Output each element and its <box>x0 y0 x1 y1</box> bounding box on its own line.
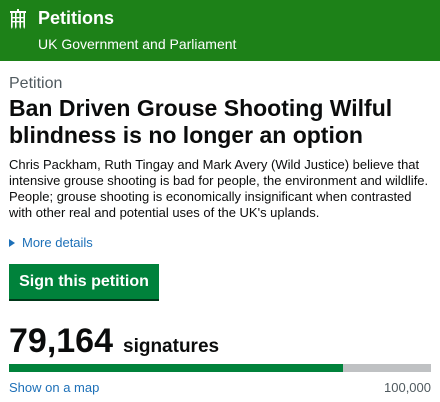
petition-summary: Chris Packham, Ruth Tingay and Mark Aver… <box>9 157 429 220</box>
portcullis-icon[interactable] <box>9 9 27 29</box>
signature-count: 79,164 signatures <box>9 322 219 360</box>
signature-progress-fill <box>9 364 344 372</box>
site-header: Petitions UK Government and Parliament <box>0 0 440 61</box>
signature-progress-bar <box>9 364 431 372</box>
page-eyebrow: Petition <box>9 75 63 92</box>
app-subtitle: UK Government and Parliament <box>38 36 237 52</box>
sign-petition-button[interactable]: Sign this petition <box>9 264 159 299</box>
more-details-toggle[interactable]: More details <box>9 235 93 251</box>
signature-target: 100,000 <box>384 380 431 395</box>
app-title[interactable]: Petitions <box>38 7 114 29</box>
signature-count-label: signatures <box>123 336 220 357</box>
more-details-label: More details <box>22 235 93 250</box>
triangle-right-icon <box>9 239 15 247</box>
petition-title: Ban Driven Grouse Shooting Wilful blindn… <box>9 95 393 148</box>
signature-count-number: 79,164 <box>9 322 113 360</box>
show-on-map-link[interactable]: Show on a map <box>9 380 99 396</box>
